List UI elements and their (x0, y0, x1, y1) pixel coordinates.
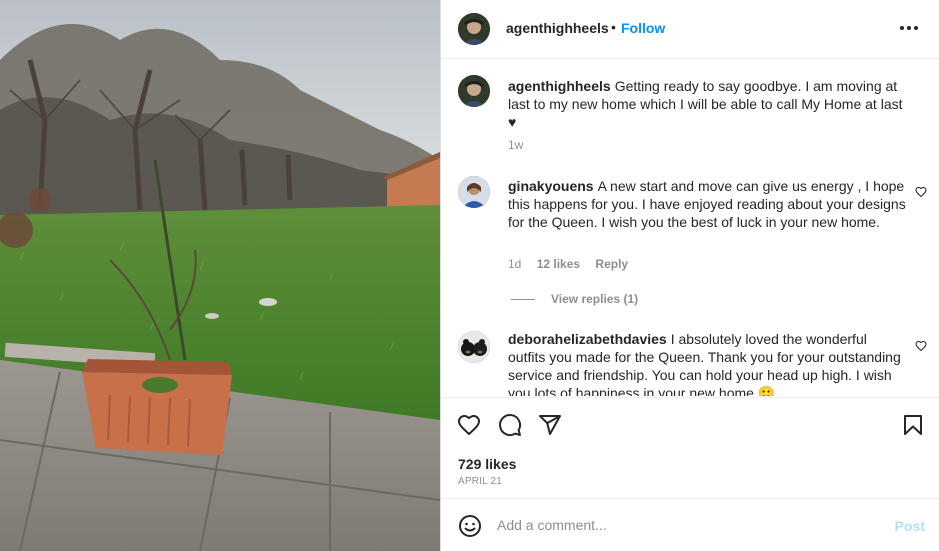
post-detail-panel: agenthighheels • Follow agenthighheels G… (440, 0, 939, 551)
view-replies-button[interactable]: View replies (1) (511, 292, 638, 306)
add-comment-bar: Post (441, 498, 939, 551)
comment-likes[interactable]: 12 likes (537, 257, 580, 271)
comment-username[interactable]: deborahelizabethdavies (508, 331, 667, 347)
comment-like-heart-icon[interactable] (915, 339, 927, 352)
post-photo[interactable] (0, 0, 440, 551)
more-options-icon[interactable] (897, 18, 921, 38)
view-replies-line (511, 299, 535, 301)
reply-button[interactable]: Reply (595, 257, 628, 271)
comment-text-block: deborahelizabethdavies I absolutely loved… (508, 330, 908, 396)
comment-text-block: ginakyouens A new start and move can give… (508, 177, 908, 231)
comment-meta: 1d 12 likes Reply (508, 257, 640, 271)
header-separator: • (611, 19, 616, 35)
post-comment-button[interactable]: Post (895, 518, 925, 534)
comments-list[interactable]: agenthighheels Getting ready to say goodb… (441, 59, 939, 396)
comment-username[interactable]: ginakyouens (508, 178, 594, 194)
heart-icon[interactable] (457, 413, 481, 437)
comment-icon[interactable] (498, 413, 522, 437)
caption-time[interactable]: 1w (508, 138, 523, 152)
author-username[interactable]: agenthighheels (506, 20, 609, 36)
likes-count[interactable]: 729 likes (458, 456, 516, 472)
emoji-icon[interactable] (458, 514, 482, 538)
follow-button[interactable]: Follow (621, 20, 665, 36)
bookmark-icon[interactable] (901, 413, 925, 437)
share-icon[interactable] (538, 413, 562, 437)
caption-username[interactable]: agenthighheels (508, 78, 611, 94)
post-header: agenthighheels • Follow (441, 0, 939, 59)
view-replies-label: View replies (1) (551, 292, 639, 306)
comment-avatar[interactable] (458, 176, 490, 208)
caption-meta: 1w (508, 138, 535, 152)
garden-photo-image (0, 0, 440, 551)
add-comment-input[interactable] (497, 513, 877, 537)
caption-avatar[interactable] (458, 75, 490, 107)
post-actions: 729 likes APRIL 21 (441, 397, 939, 498)
comment-like-heart-icon[interactable] (915, 185, 927, 198)
author-avatar[interactable] (458, 13, 490, 45)
comment-avatar[interactable] (458, 331, 490, 363)
comment-time[interactable]: 1d (508, 257, 521, 271)
caption-text-block: agenthighheels Getting ready to say goodb… (508, 77, 908, 131)
post-date[interactable]: APRIL 21 (458, 476, 502, 487)
